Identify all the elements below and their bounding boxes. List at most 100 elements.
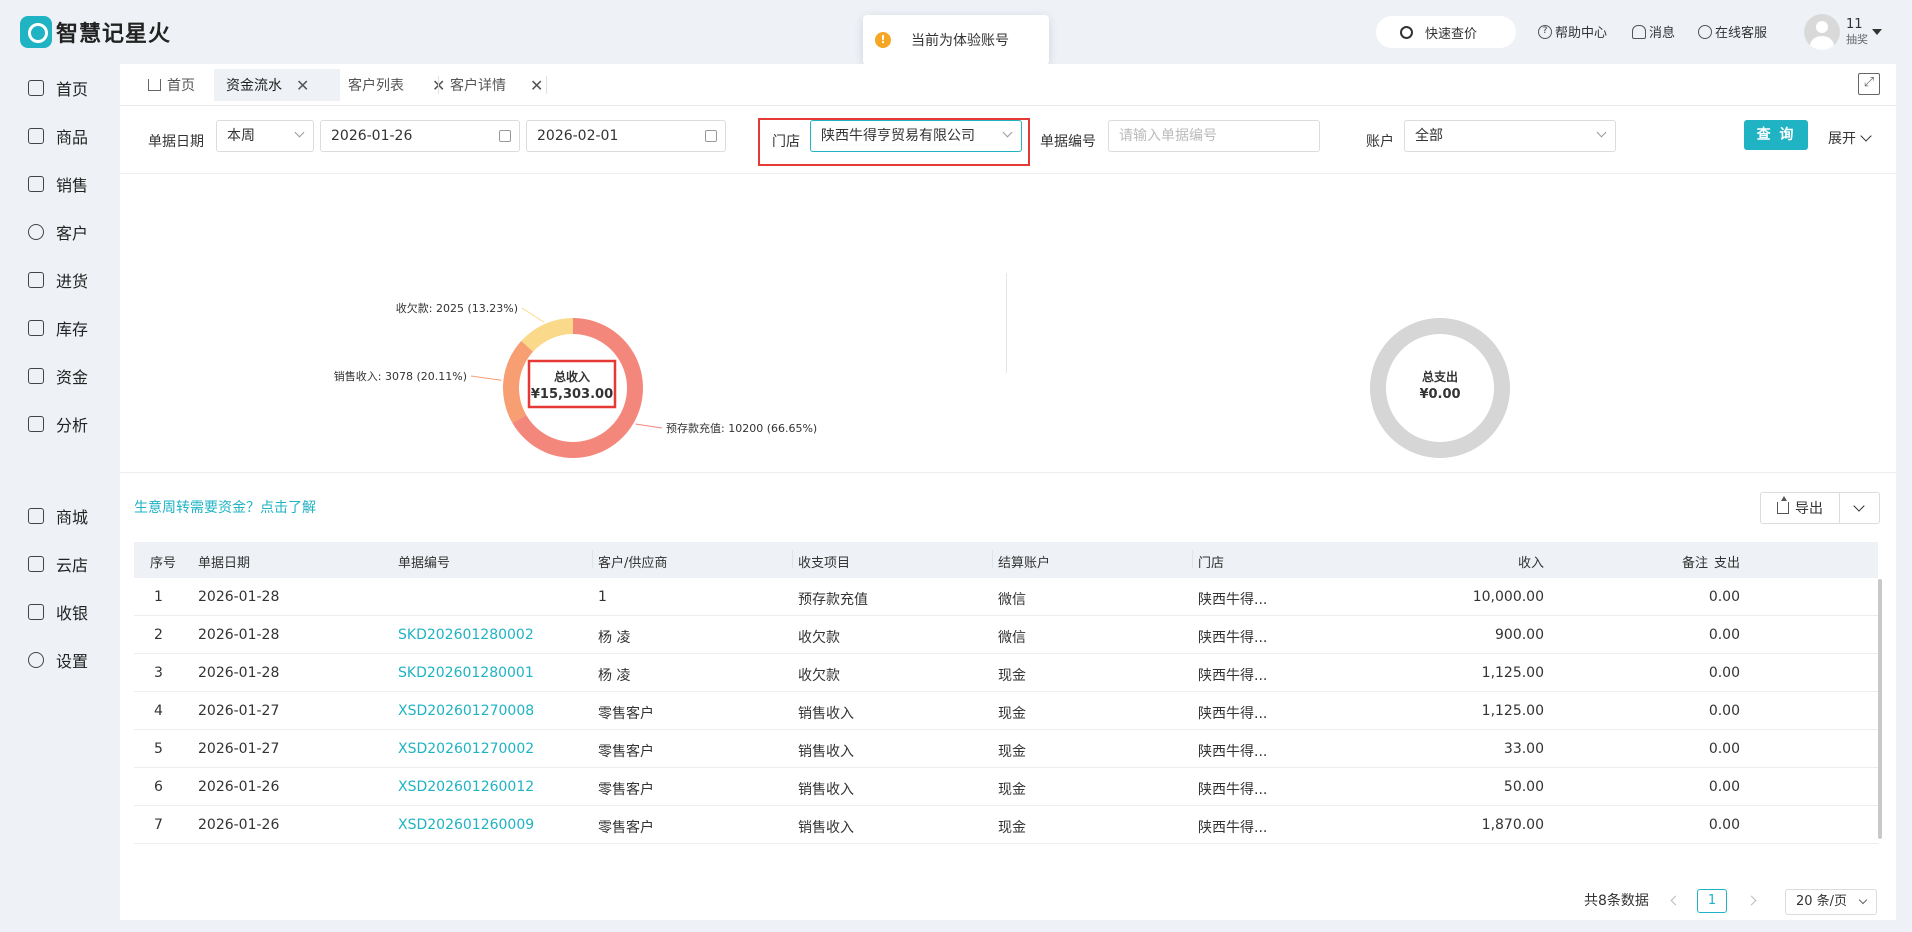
messages-link[interactable]: 消息 — [1632, 22, 1675, 41]
tab-fund-flow[interactable]: 资金流水 ✕ — [214, 69, 340, 101]
avatar — [1804, 14, 1840, 50]
period-select[interactable]: 本周 — [216, 120, 314, 152]
table-cell-party: 零售客户 — [598, 706, 654, 722]
export-button[interactable]: 导出 — [1760, 492, 1840, 524]
sidebar-item-sales[interactable]: 销售 — [28, 172, 88, 196]
online-support-link[interactable]: 在线客服 — [1698, 22, 1767, 41]
messages-label: 消息 — [1649, 26, 1676, 41]
cashier-icon — [28, 604, 44, 620]
fund-flow-table: 序号 单据日期 单据编号 客户/供应商 收支项目 结算账户 门店 收入 支出 备… — [134, 542, 1878, 844]
tab-home[interactable]: 首页 — [140, 69, 203, 101]
doc-number-input[interactable]: 请输入单据编号 — [1108, 120, 1320, 152]
chevron-down-icon — [1596, 127, 1607, 138]
user-menu[interactable]: 11 抽奖 — [1804, 14, 1882, 50]
sidebar-item-purchase[interactable]: 进货 — [28, 268, 88, 292]
store-icon — [28, 508, 44, 524]
user-icon — [28, 224, 44, 240]
app-title: 智慧记星火 — [56, 22, 172, 47]
doc-number-link[interactable]: XSD202601270008 — [398, 703, 534, 719]
calendar-icon — [705, 130, 717, 142]
table-scrollbar[interactable] — [1878, 579, 1882, 839]
column-header: 单据编号 — [398, 556, 451, 571]
doc-number-link[interactable]: SKD202601280002 — [398, 627, 534, 643]
table-row[interactable]: 7 2026-01-26 XSD202601260009 零售客户 销售收入 现金 陕西牛得… — [134, 806, 1878, 844]
account-select[interactable]: 全部 — [1404, 120, 1616, 152]
pie-slice-label: 收欠款: 2025 (13.23%) — [396, 301, 518, 315]
sidebar-item-analytics[interactable]: 分析 — [28, 412, 88, 436]
table-cell-party: 杨 凌 — [598, 668, 631, 684]
date-label: 单据日期 — [148, 134, 204, 150]
sidebar-item-cloud-store[interactable]: 云店 — [28, 552, 88, 576]
quick-price-search[interactable]: 快速查价 — [1376, 16, 1516, 48]
table-row[interactable]: 6 2026-01-26 XSD202601260012 零售客户 销售收入 现金 陕西牛得… — [134, 768, 1878, 806]
table-row[interactable]: 5 2026-01-27 XSD202601270002 零售客户 销售收入 现金 陕西牛得… — [134, 730, 1878, 768]
doc-number-link[interactable]: SKD202601280001 — [398, 665, 534, 681]
account-label: 账户 — [1366, 134, 1394, 150]
sidebar-item-customers[interactable]: 客户 — [28, 220, 88, 244]
table-row[interactable]: 4 2026-01-27 XSD202601270008 零售客户 销售收入 现金 陕西牛得… — [134, 692, 1878, 730]
table-cell-income: 33.00 — [1503, 741, 1544, 757]
export-dropdown-button[interactable] — [1840, 492, 1880, 524]
sidebar-item-label: 商城 — [56, 508, 89, 527]
help-center-link[interactable]: ? 帮助中心 — [1538, 22, 1607, 41]
sidebar-item-funds[interactable]: 资金 — [28, 364, 88, 388]
table-row[interactable]: 2 2026-01-28 SKD202601280002 杨 凌 收欠款 微信 陕西牛得..… — [134, 616, 1878, 654]
table-cell-store: 陕西牛得... — [1198, 744, 1268, 760]
doc-number-placeholder: 请输入单据编号 — [1119, 128, 1217, 144]
end-date-field[interactable]: 2026-02-01 — [526, 120, 726, 152]
start-date-field[interactable]: 2026-01-26 — [320, 120, 520, 152]
close-icon[interactable]: ✕ — [296, 76, 309, 95]
chevron-down-icon — [294, 127, 305, 138]
search-icon — [1400, 25, 1413, 39]
help-icon: ? — [1538, 24, 1552, 39]
table-cell-party: 杨 凌 — [598, 630, 631, 646]
sidebar-item-mall[interactable]: 商城 — [28, 504, 88, 528]
home-icon — [28, 80, 44, 96]
table-cell-expense: 0.00 — [1708, 817, 1740, 833]
table-cell-no: 3 — [154, 665, 163, 681]
expense-center-title: 总支出 — [1422, 369, 1458, 384]
table-cell-income: 1,125.00 — [1481, 665, 1544, 681]
income-center-value: ¥15,303.00 — [531, 387, 613, 402]
logo-icon — [20, 16, 52, 48]
app-logo[interactable]: 智慧记星火 — [20, 16, 171, 48]
expand-label: 展开 — [1828, 131, 1856, 147]
expand-toggle[interactable]: 展开 — [1828, 128, 1872, 148]
sidebar-item-label: 设置 — [56, 652, 89, 671]
tab-customer-detail[interactable]: 客户详情 ✕ — [442, 69, 551, 101]
doc-number-link[interactable]: XSD202601260009 — [398, 817, 534, 833]
query-button[interactable]: 查 询 — [1744, 120, 1808, 150]
table-cell-date: 2026-01-27 — [198, 703, 280, 719]
doc-number-link[interactable]: XSD202601260012 — [398, 779, 534, 795]
page-number-button[interactable]: 1 — [1697, 889, 1727, 913]
page-size-select[interactable]: 20 条/页 — [1785, 889, 1877, 915]
calendar-icon — [499, 130, 511, 142]
shop-icon — [28, 556, 44, 572]
tab-label: 客户详情 — [450, 78, 506, 94]
pie-slice[interactable] — [521, 318, 573, 352]
sidebar-item-home[interactable]: 首页 — [28, 76, 88, 100]
sidebar-item-label: 分析 — [56, 416, 89, 435]
charts-svg: 预存款充值: 10200 (66.65%) 销售收入: 3078 (20.11%)… — [334, 301, 1510, 458]
help-label: 帮助中心 — [1555, 26, 1608, 41]
sidebar-item-products[interactable]: 商品 — [28, 124, 88, 148]
sidebar-item-label: 库存 — [56, 320, 89, 339]
sidebar-item-cashier[interactable]: 收银 — [28, 600, 88, 624]
sidebar-item-label: 首页 — [56, 80, 89, 99]
tab-customer-list[interactable]: 客户列表 ✕ — [330, 69, 453, 101]
fullscreen-icon[interactable]: ⤢ — [1858, 73, 1880, 95]
table-cell-income: 1,870.00 — [1481, 817, 1544, 833]
table-row[interactable]: 1 2026-01-28 1 预存款充值 微信 陕西牛得... 10,000.00 0.00 — [134, 578, 1878, 616]
close-icon[interactable]: ✕ — [530, 76, 543, 95]
table-cell-account: 现金 — [998, 744, 1026, 760]
table-header: 序号 单据日期 单据编号 客户/供应商 收支项目 结算账户 门店 收入 支出 备… — [134, 542, 1878, 578]
sidebar-item-settings[interactable]: 设置 — [28, 648, 88, 672]
table-row[interactable]: 3 2026-01-28 SKD202601280001 杨 凌 收欠款 现金 陕西牛得..… — [134, 654, 1878, 692]
sidebar-item-inventory[interactable]: 库存 — [28, 316, 88, 340]
financing-promo-link[interactable]: 生意周转需要资金？点击了解 — [134, 497, 316, 517]
main-panel: 首页 资金流水 ✕ 客户列表 ✕ 客户详情 ✕ ⤢ 单据日期 本周 2026-0… — [120, 64, 1896, 920]
table-cell-item: 销售收入 — [798, 820, 854, 836]
top-bar: 智慧记星火 ! 当前为体验账号 快速查价 ? 帮助中心 消息 在线客服 11 抽… — [0, 0, 1912, 65]
table-cell-account: 微信 — [998, 630, 1026, 646]
doc-number-link[interactable]: XSD202601270002 — [398, 741, 534, 757]
